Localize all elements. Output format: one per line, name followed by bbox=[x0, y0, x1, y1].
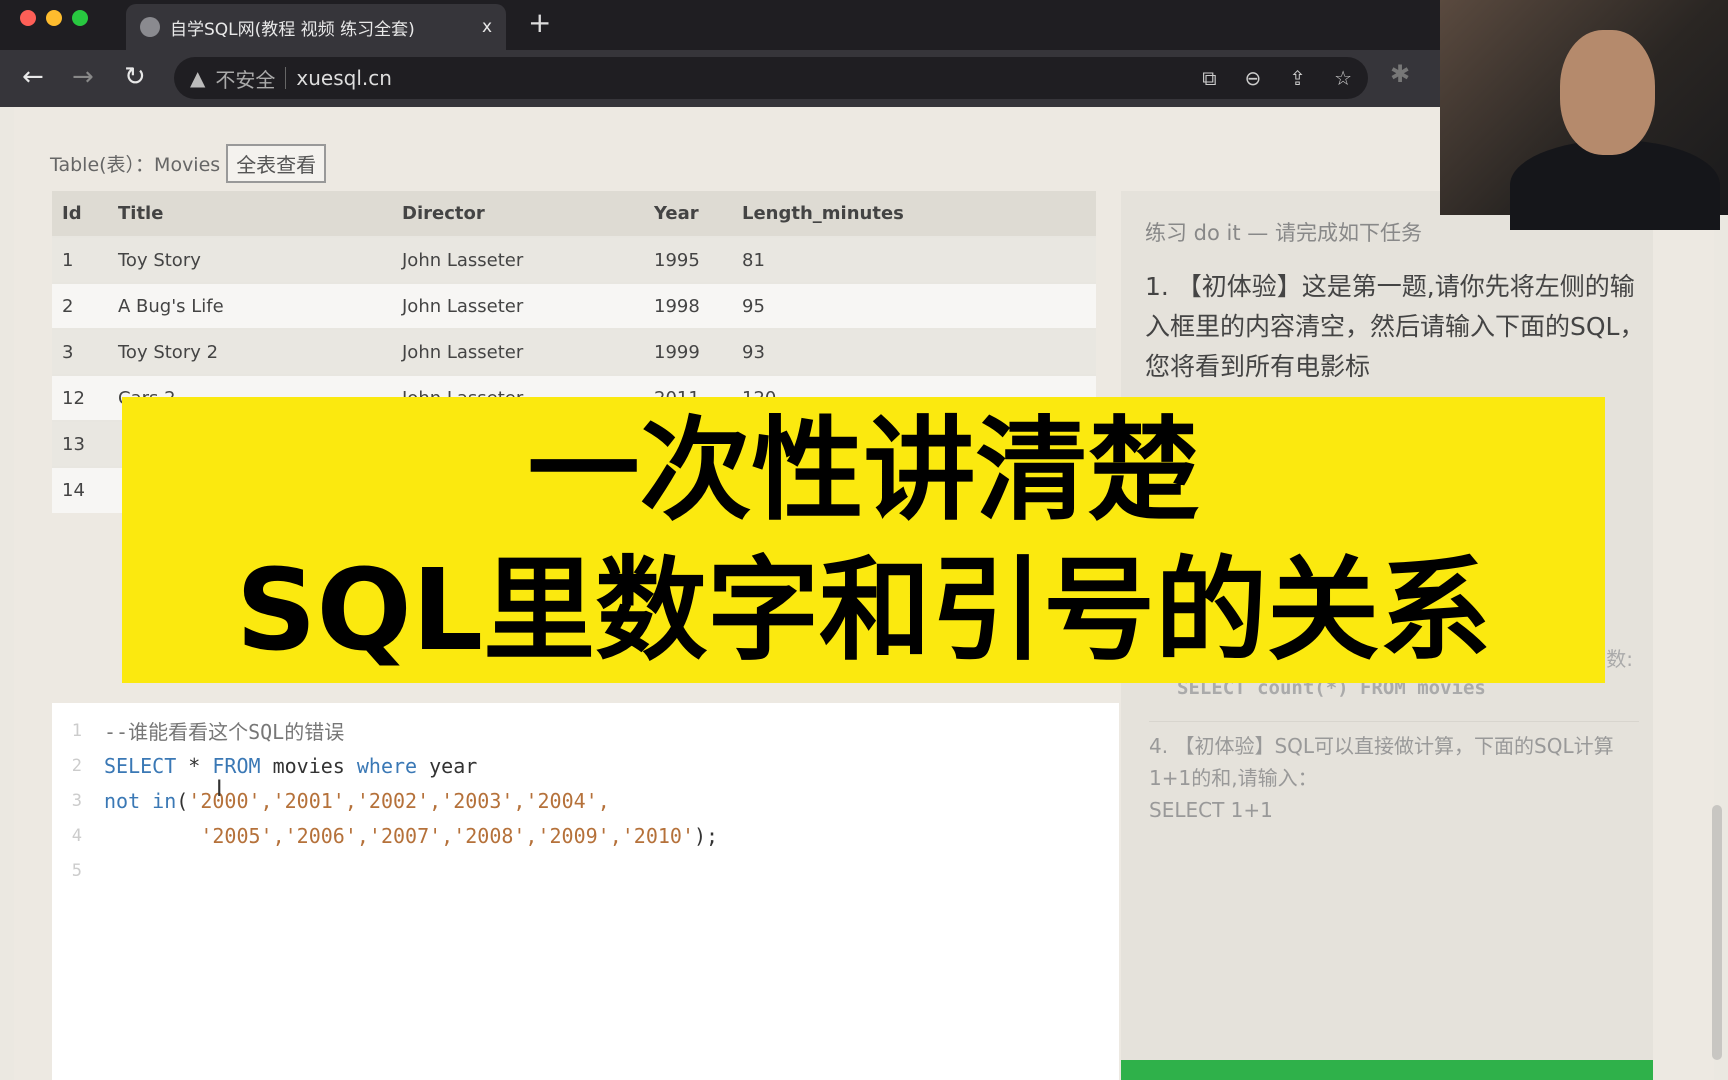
table-cell: Toy Story bbox=[108, 236, 392, 283]
keyword: where bbox=[356, 753, 418, 778]
new-tab-button[interactable]: + bbox=[528, 6, 551, 39]
task-4-sql: SELECT 1+1 bbox=[1149, 798, 1273, 822]
url-text[interactable]: xuesql.cn bbox=[296, 66, 392, 90]
table-cell: 14 bbox=[52, 466, 108, 513]
divider bbox=[285, 67, 287, 89]
security-label: 不安全 bbox=[215, 67, 276, 92]
column-header[interactable]: Id bbox=[52, 191, 108, 237]
bookmark-star-icon[interactable]: ☆ bbox=[1334, 66, 1352, 90]
code-line: 1 --谁能看看这个SQL的错误 bbox=[52, 713, 344, 748]
table-header: Id Title Director Year Length_minutes bbox=[52, 191, 1096, 237]
table-cell: 1999 bbox=[644, 328, 732, 375]
code-line: 3 not in('2000','2001','2002','2003','200… bbox=[52, 783, 610, 818]
table-cell: 1 bbox=[52, 236, 108, 283]
share-icon[interactable]: ⇪ bbox=[1289, 66, 1306, 90]
table-row: 1 Toy Story John Lasseter 1995 81 bbox=[52, 236, 1096, 283]
table-name: Table(表）：Movies bbox=[50, 154, 221, 176]
task-4: 4. 【初体验】SQL可以直接做计算，下面的SQL计算1+1的和,请输入： SE… bbox=[1149, 721, 1639, 826]
table-cell: A Bug's Life bbox=[108, 282, 392, 329]
table-cell: 93 bbox=[732, 328, 1096, 375]
forward-button[interactable]: → bbox=[72, 62, 94, 92]
column-header[interactable]: Length_minutes bbox=[732, 191, 1096, 237]
table-cell: John Lasseter bbox=[392, 236, 644, 283]
sql-editor[interactable]: 1 --谁能看看这个SQL的错误 2 SELECT * FROM movies wh… bbox=[52, 703, 1119, 1080]
reload-button[interactable]: ↻ bbox=[124, 62, 146, 92]
line-number: 4 bbox=[71, 825, 82, 846]
tab-title: 自学SQL网(教程 视频 练习全套) bbox=[170, 19, 415, 40]
scrollbar[interactable] bbox=[1712, 805, 1722, 1060]
table-cell: 12 bbox=[52, 374, 108, 421]
table-cell: Toy Story 2 bbox=[108, 328, 392, 375]
banner-line-1: 一次性讲清楚 bbox=[527, 406, 1200, 536]
panel-heading: 练习 do it — 请完成如下任务 bbox=[1145, 221, 1422, 245]
title-banner: 一次性讲清楚 SQL里数字和引号的关系 bbox=[122, 397, 1605, 683]
zoom-icon[interactable]: ⊖ bbox=[1245, 66, 1262, 90]
table-cell: 3 bbox=[52, 328, 108, 375]
token: movies bbox=[260, 753, 357, 778]
line-number: 2 bbox=[71, 755, 82, 776]
translate-icon[interactable]: ⧉ bbox=[1202, 66, 1216, 90]
table-cell: 13 bbox=[52, 420, 108, 467]
presenter-face bbox=[1560, 30, 1655, 155]
tab-close-button[interactable]: x bbox=[482, 17, 492, 37]
text-cursor-icon: I bbox=[216, 777, 223, 802]
table-row: 2A Bug's Life John Lasseter 1998 95 bbox=[52, 282, 1096, 329]
table-cell: John Lasseter bbox=[392, 282, 644, 329]
code-line: 2 SELECT * FROM movies where year bbox=[52, 748, 478, 783]
window-controls bbox=[20, 10, 88, 26]
column-header[interactable]: Year bbox=[644, 191, 732, 237]
extension-icon[interactable]: ✱ bbox=[1390, 60, 1410, 88]
table-row: 3 Toy Story 2 John Lasseter 1999 93 bbox=[52, 328, 1096, 375]
globe-icon bbox=[140, 17, 160, 37]
token: ( bbox=[176, 788, 189, 813]
token: ); bbox=[694, 823, 719, 848]
keyword: not in bbox=[104, 788, 177, 813]
column-header[interactable]: Title bbox=[108, 191, 392, 237]
submit-bar[interactable] bbox=[1121, 1060, 1653, 1080]
table-label: Table(表）：Movies 全表查看 bbox=[50, 144, 327, 183]
code-line: 4 '2005','2006','2007','2008','2009','20… bbox=[52, 818, 718, 853]
task-1: 1. 【初体验】这是第一题,请你先将左侧的输入框里的内容清空，然后请输入下面的S… bbox=[1145, 272, 1645, 381]
line-number: 1 bbox=[71, 720, 82, 741]
code-line: 5 bbox=[52, 853, 104, 888]
address-bar[interactable]: ▲ 不安全 xuesql.cn ⧉ ⊖ ⇪ ☆ bbox=[174, 57, 1368, 99]
line-number: 5 bbox=[71, 860, 82, 881]
task-4-text: 4. 【初体验】SQL可以直接做计算，下面的SQL计算1+1的和,请输入： bbox=[1149, 734, 1614, 790]
string-list: '2000','2001','2002','2003','2004', bbox=[188, 788, 610, 813]
line-number: 3 bbox=[71, 790, 82, 811]
warning-icon: ▲ bbox=[190, 66, 206, 90]
keyword: SELECT bbox=[104, 753, 177, 778]
webcam-overlay bbox=[1440, 0, 1728, 230]
close-window-button[interactable] bbox=[20, 10, 36, 26]
table-cell: 81 bbox=[732, 236, 1096, 283]
sql-comment: --谁能看看这个SQL的错误 bbox=[104, 720, 345, 744]
token: year bbox=[417, 753, 478, 778]
banner-line-2: SQL里数字和引号的关系 bbox=[235, 546, 1492, 676]
string-list: '2005','2006','2007','2008','2009','2010… bbox=[200, 823, 695, 848]
back-button[interactable]: ← bbox=[22, 62, 44, 92]
keyword: FROM bbox=[212, 753, 261, 778]
table-cell: 2 bbox=[52, 282, 108, 329]
browser-tab[interactable]: 自学SQL网(教程 视频 练习全套) x bbox=[126, 4, 506, 50]
token: * bbox=[176, 753, 213, 778]
column-header[interactable]: Director bbox=[392, 191, 644, 237]
view-all-button[interactable]: 全表查看 bbox=[226, 144, 327, 183]
table-cell: 1998 bbox=[644, 282, 732, 329]
minimize-window-button[interactable] bbox=[46, 10, 62, 26]
maximize-window-button[interactable] bbox=[72, 10, 88, 26]
task-3-text: 数: bbox=[1606, 647, 1633, 671]
table-cell: John Lasseter bbox=[392, 328, 644, 375]
table-cell: 95 bbox=[732, 282, 1096, 329]
table-cell: 1995 bbox=[644, 236, 732, 283]
